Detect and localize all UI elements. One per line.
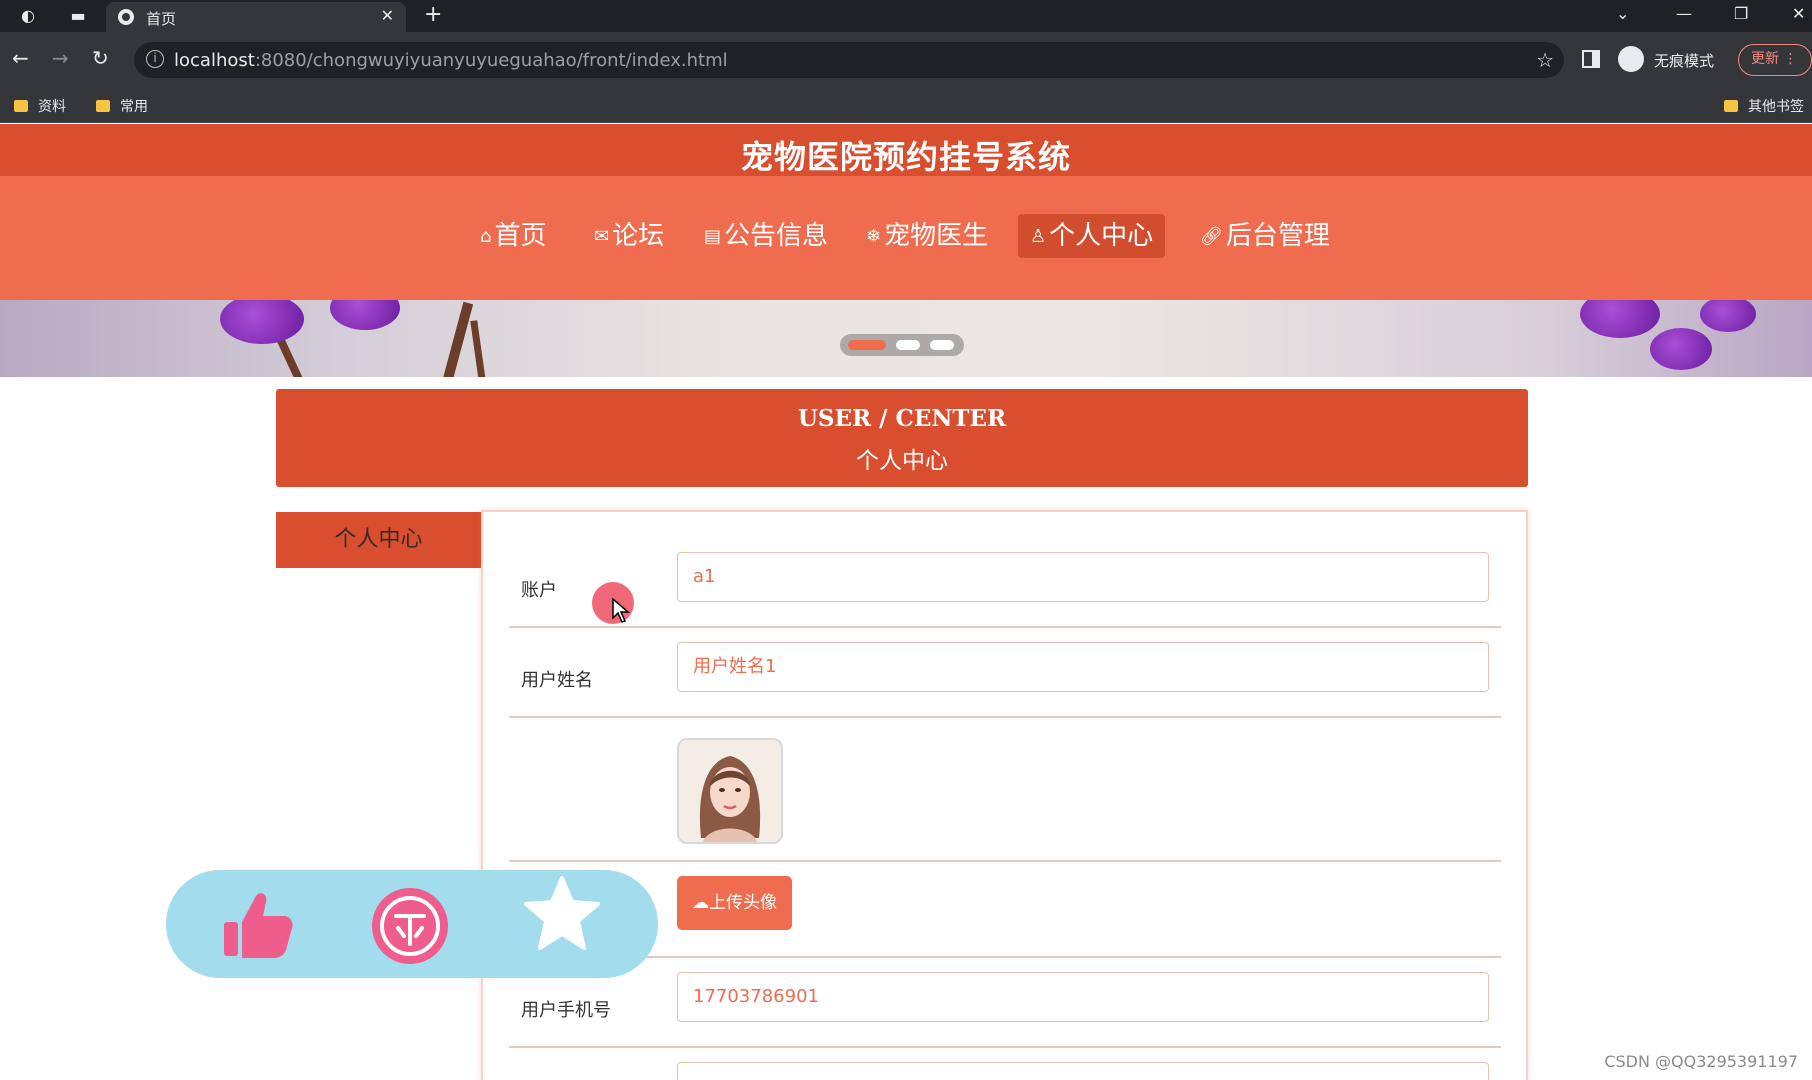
- form-row-account: 账户 a1: [509, 542, 1501, 628]
- carousel-dot[interactable]: [930, 340, 954, 350]
- notice-icon: ▤: [704, 226, 722, 247]
- site-header: 宠物医院预约挂号系统: [0, 124, 1812, 176]
- banner-art: [330, 300, 400, 330]
- upload-avatar-button[interactable]: ☁上传头像: [677, 876, 792, 930]
- name-label: 用户姓名: [521, 670, 593, 691]
- mail-icon: ✉: [594, 226, 610, 247]
- carousel-dots: [840, 334, 964, 356]
- form-row-upload: ☁上传头像: [509, 862, 1501, 958]
- side-panel-icon[interactable]: [1582, 50, 1600, 68]
- form-row-phone: 用户手机号 17703786901: [509, 958, 1501, 1048]
- back-icon[interactable]: ←: [12, 46, 29, 70]
- banner-art: [470, 320, 487, 377]
- favorite-icon[interactable]: [522, 874, 602, 954]
- side-menu-user-center[interactable]: 个人中心: [276, 512, 481, 568]
- banner-art: [1580, 300, 1660, 338]
- user-center-title-cn: 个人中心: [856, 448, 948, 474]
- tab-search-icon[interactable]: ▬: [66, 4, 90, 28]
- minimize-icon[interactable]: —: [1676, 4, 1692, 23]
- like-icon[interactable]: [218, 886, 298, 966]
- floating-action-bar: [166, 870, 658, 978]
- form-row-next: [509, 1048, 1501, 1080]
- banner-art: [440, 301, 474, 377]
- site-info-icon[interactable]: i: [146, 50, 164, 68]
- banner-art: [1650, 328, 1712, 370]
- browser-tab-bar: ◐ ▬ 首页 ✕ + ⌄ — ❐ ✕: [0, 0, 1812, 32]
- restore-icon[interactable]: ❐: [1734, 4, 1748, 23]
- folder-icon: [1724, 100, 1738, 112]
- bookmark-star-icon[interactable]: ☆: [1536, 48, 1554, 72]
- globe-icon: [118, 9, 134, 25]
- reload-icon[interactable]: ↻: [92, 46, 109, 70]
- bookmark-folder-1[interactable]: 资料: [14, 96, 66, 116]
- nav-user-center[interactable]: ♙ 个人中心: [1018, 214, 1166, 258]
- bookmarks-bar: 资料 常用 其他书签: [0, 87, 1812, 123]
- address-bar[interactable]: i localhost:8080/chongwuyiyuanyuyueguaha…: [134, 42, 1564, 78]
- user-center-title-en: USER / CENTER: [797, 405, 1007, 432]
- name-field[interactable]: 用户姓名1: [677, 642, 1489, 692]
- form-row-avatar: [509, 718, 1501, 862]
- mouse-cursor-icon: [612, 598, 630, 623]
- avatar-portrait-image: [679, 740, 781, 842]
- account-label: 账户: [521, 580, 557, 601]
- nav-admin[interactable]: 🔗︎ 后台管理: [1188, 214, 1342, 258]
- phone-label: 用户手机号: [521, 1000, 611, 1021]
- avatar: [677, 738, 783, 844]
- cloud-upload-icon: ☁: [692, 893, 709, 913]
- form-row-name: 用户姓名 用户姓名1: [509, 628, 1501, 718]
- main-nav: ⌂ 首页 ✉ 论坛 ▤ 公告信息 ❄ 宠物医生 ♙ 个人中心 🔗︎ 后台管理: [0, 176, 1812, 300]
- banner-art: [1700, 300, 1756, 332]
- banner-carousel[interactable]: [0, 300, 1812, 377]
- other-bookmarks[interactable]: 其他书签: [1724, 96, 1804, 116]
- phone-field[interactable]: 17703786901: [677, 972, 1489, 1022]
- browser-tab[interactable]: 首页 ✕: [106, 2, 406, 32]
- nav-home[interactable]: ⌂ 首页: [468, 214, 558, 258]
- close-tab-icon[interactable]: ✕: [381, 6, 394, 25]
- snowflake-icon: ❄: [866, 226, 882, 247]
- browser-menu-icon[interactable]: ◐: [16, 4, 40, 28]
- browser-toolbar: ← → ↻ i localhost:8080/chongwuyiyuanyuyu…: [0, 32, 1812, 87]
- incognito-icon[interactable]: [1618, 46, 1644, 72]
- profile-form: 账户 a1 用户姓名 用户姓名1 ☁上传头像 用户手机号 17703786901: [481, 510, 1528, 1080]
- update-button[interactable]: 更新 ⋮: [1738, 44, 1812, 76]
- watermark: CSDN @QQ3295391197: [1604, 1052, 1798, 1071]
- banner-art: [220, 300, 304, 344]
- site-title: 宠物医院预约挂号系统: [740, 138, 1071, 176]
- folder-icon: [14, 100, 28, 112]
- link-icon: 🔗︎: [1200, 226, 1223, 247]
- incognito-label: 无痕模式: [1654, 52, 1715, 70]
- new-tab-icon[interactable]: +: [424, 2, 442, 27]
- account-field[interactable]: a1: [677, 552, 1489, 602]
- url-text[interactable]: localhost:8080/chongwuyiyuanyuyueguahao/…: [174, 50, 728, 71]
- bookmark-folder-2[interactable]: 常用: [96, 96, 148, 116]
- nav-notice[interactable]: ▤ 公告信息: [692, 214, 840, 258]
- folder-icon: [96, 100, 110, 112]
- user-center-header: USER / CENTER 个人中心: [276, 389, 1528, 487]
- close-window-icon[interactable]: ✕: [1792, 4, 1805, 23]
- user-icon: ♙: [1030, 226, 1047, 247]
- next-field[interactable]: [677, 1062, 1489, 1080]
- nav-forum[interactable]: ✉ 论坛: [582, 214, 676, 258]
- tab-title: 首页: [146, 10, 177, 28]
- forward-icon[interactable]: →: [52, 46, 69, 70]
- coin-icon[interactable]: [370, 886, 450, 966]
- carousel-dot[interactable]: [848, 340, 886, 350]
- nav-doctor[interactable]: ❄ 宠物医生: [854, 214, 1000, 258]
- carousel-dot[interactable]: [896, 340, 920, 350]
- tab-list-chevron-icon[interactable]: ⌄: [1616, 4, 1629, 23]
- home-icon: ⌂: [480, 226, 492, 247]
